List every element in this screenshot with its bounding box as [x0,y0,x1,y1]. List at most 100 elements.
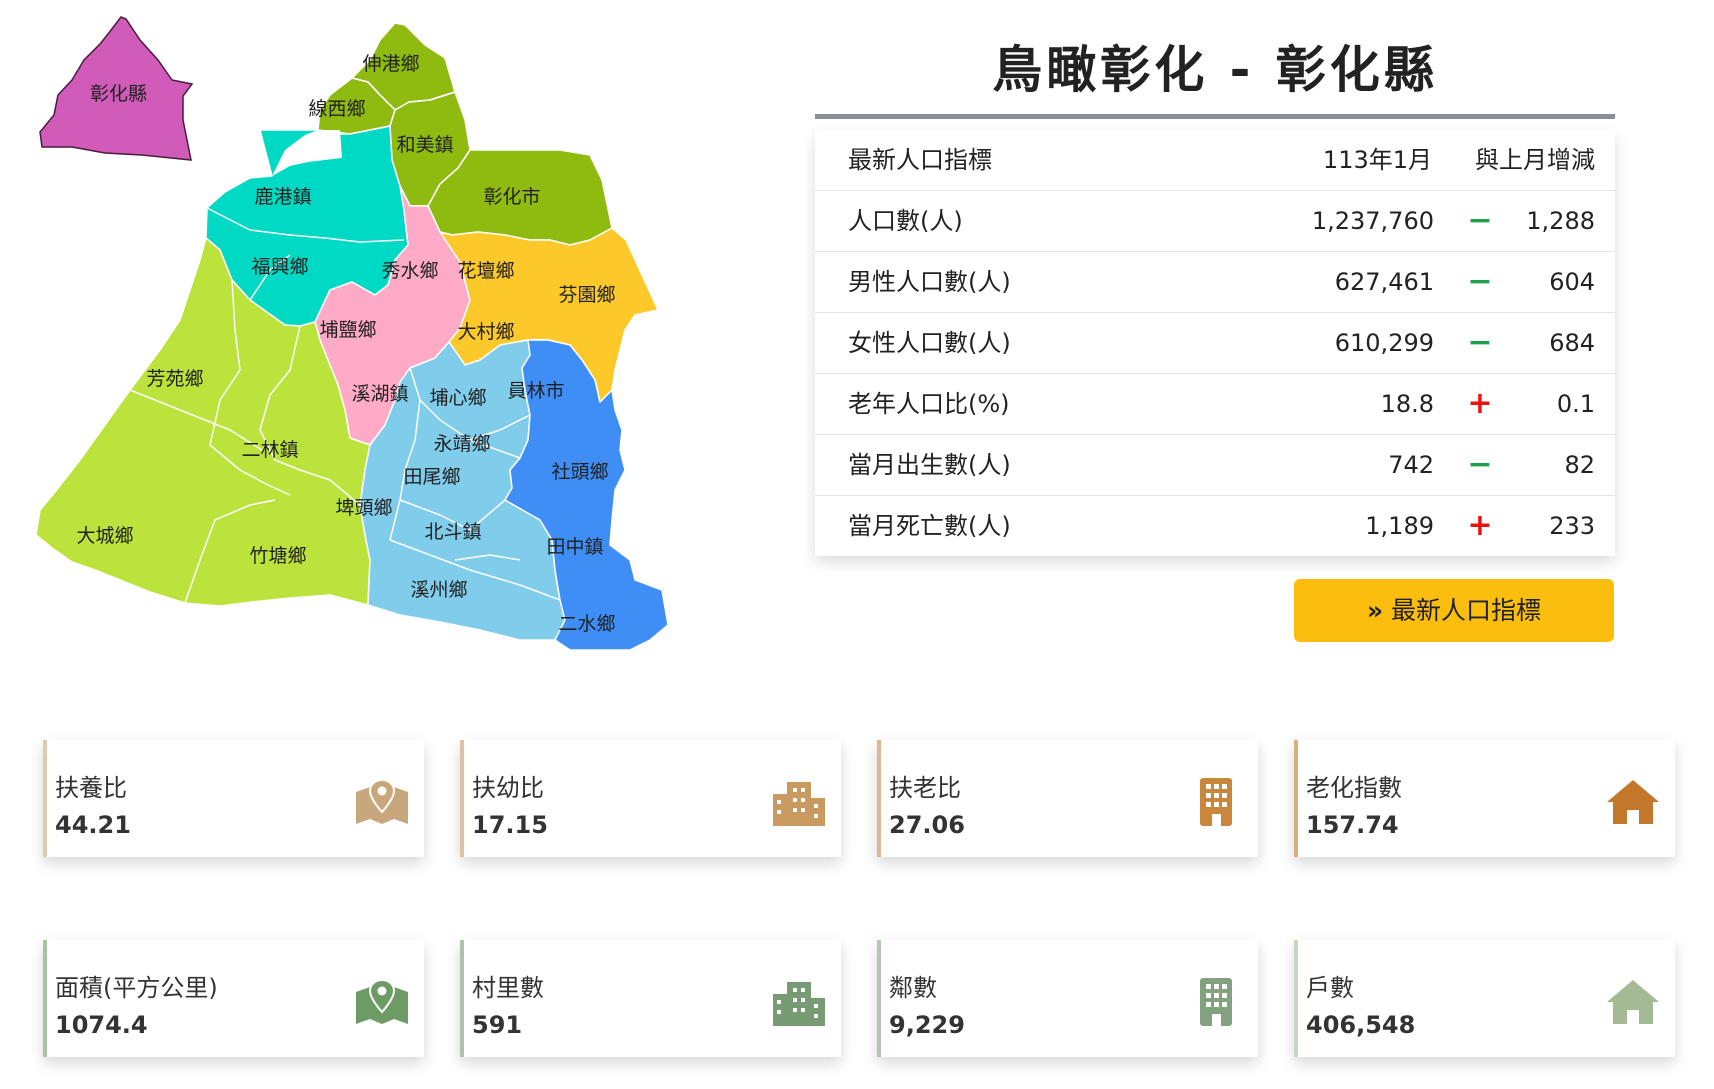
stat-card-value: 17.15 [472,811,548,839]
township-label: 員林市 [507,380,564,402]
stat-card-value: 406,548 [1306,1011,1416,1039]
population-row-change: 82 [1564,451,1595,479]
population-row: 老年人口比(%) 18.8 +0.1 [815,374,1615,435]
population-row-value: 18.8 [1380,390,1434,418]
population-row: 當月死亡數(人) 1,189 +233 [815,496,1615,556]
stat-card-title: 戶數 [1306,974,1354,1002]
stat-card[interactable]: 扶老比 27.06 [877,740,1258,857]
map-pin-icon [354,978,410,1026]
township-label: 溪州鄉 [410,579,467,601]
card-accent-stripe [43,740,47,857]
population-row-change: 604 [1549,268,1595,296]
stat-card-title: 面積(平方公里) [55,974,218,1002]
header-change-label: 與上月增減 [1475,146,1595,174]
population-row-change: 0.1 [1556,390,1595,418]
township-label: 芳苑鄉 [146,368,203,390]
decrease-sign-icon: − [1467,264,1493,299]
house-icon [1605,778,1661,826]
stat-card[interactable]: 面積(平方公里) 1074.4 [43,940,424,1057]
township-label: 伸港鄉 [362,53,419,75]
population-row-change: 684 [1549,329,1595,357]
township-label: 秀水鄉 [381,260,438,282]
township-label: 埔心鄉 [429,387,486,409]
stat-card-title: 扶幼比 [472,774,544,802]
increase-sign-icon: + [1467,386,1493,421]
card-accent-stripe [43,940,47,1057]
stat-card-title: 扶老比 [889,774,961,802]
population-row-label: 男性人口數(人) [848,268,1011,296]
header-label: 最新人口指標 [848,146,992,174]
population-row-value: 610,299 [1334,329,1434,357]
stat-card[interactable]: 戶數 406,548 [1294,940,1675,1057]
township-label: 永靖鄉 [433,433,490,455]
double-chevron-right-icon: » [1366,596,1383,625]
population-row-label: 女性人口數(人) [848,329,1011,357]
latest-indicators-button[interactable]: » 最新人口指標 [1294,579,1614,642]
population-table: 最新人口指標 113年1月 與上月增減 人口數(人) 1,237,760 − 1,28… [815,130,1615,556]
population-row-value: 742 [1388,451,1434,479]
township-label: 竹塘鄉 [249,545,306,567]
population-row-change: 1,288 [1526,207,1595,235]
population-row: 當月出生數(人) 742 − 82 [815,435,1615,496]
region-badge-label: 彰化縣 [90,83,147,105]
population-row-label: 當月出生數(人) [848,451,1011,479]
township-label: 芬園鄉 [558,284,615,306]
township-label: 二水鄉 [558,613,615,635]
decrease-sign-icon: − [1467,325,1493,360]
township-label: 埤頭鄉 [335,497,392,519]
stat-card-value: 157.74 [1306,811,1399,839]
stat-card[interactable]: 村里數 591 [460,940,841,1057]
card-accent-stripe [877,740,881,857]
increase-sign-icon: + [1467,508,1493,543]
township-label: 二林鎮 [241,439,298,461]
township-label: 和美鎮 [396,134,453,156]
stat-card[interactable]: 扶幼比 17.15 [460,740,841,857]
decrease-sign-icon: − [1467,447,1493,482]
population-row-value: 1,189 [1365,512,1434,540]
population-row-label: 當月死亡數(人) [848,512,1011,540]
stat-card[interactable]: 老化指數 157.74 [1294,740,1675,857]
stat-card-title: 鄰數 [889,974,937,1002]
population-row-label: 人口數(人) [848,207,963,235]
map-pin-icon [354,778,410,826]
population-row: 人口數(人) 1,237,760 − 1,288 [815,191,1615,252]
stat-card-value: 1074.4 [55,1011,148,1039]
population-row: 女性人口數(人) 610,299 − 684 [815,313,1615,374]
township-label: 大城鄉 [76,525,133,547]
township-label: 花壇鄉 [457,260,514,282]
township-label: 北斗鎮 [424,521,481,543]
changhua-county-map: 彰化縣 伸港鄉線西鄉和美鎮彰化市 鹿港鎮福興鄉 秀水鄉 花壇鄉芬園鄉埔鹽鄉 大村鄉芳苑鄉… [35,16,669,651]
stat-card-title: 老化指數 [1306,774,1402,802]
stat-card-value: 27.06 [889,811,965,839]
office-building-icon [1188,778,1244,826]
city-buildings-icon [771,978,827,1026]
population-table-header: 最新人口指標 113年1月 與上月增減 [815,130,1615,191]
population-row-label: 老年人口比(%) [848,390,1010,418]
township-label: 田尾鄉 [403,466,460,488]
stat-card[interactable]: 鄰數 9,229 [877,940,1258,1057]
title-divider [815,114,1615,119]
township-label: 彰化市 [483,186,540,208]
header-period: 113年1月 [1322,146,1432,174]
stat-card-value: 44.21 [55,811,131,839]
township-label: 埔鹽鄉 [319,319,376,341]
stat-card-title: 扶養比 [55,774,127,802]
card-accent-stripe [460,940,464,1057]
stat-card[interactable]: 扶養比 44.21 [43,740,424,857]
population-row: 男性人口數(人) 627,461 − 604 [815,252,1615,313]
page-title: 鳥瞰彰化 - 彰化縣 [992,41,1438,99]
stat-card-value: 591 [472,1011,523,1039]
office-building-icon [1188,978,1244,1026]
township-label: 線西鄉 [308,98,365,120]
township-label: 社頭鄉 [551,461,608,483]
township-label: 大村鄉 [457,321,514,343]
population-row-change: 233 [1549,512,1595,540]
card-accent-stripe [1294,740,1298,857]
population-row-value: 627,461 [1334,268,1434,296]
township-label: 福興鄉 [251,256,308,278]
decrease-sign-icon: − [1467,203,1493,238]
township-label: 田中鎮 [546,536,603,558]
card-accent-stripe [460,740,464,857]
card-accent-stripe [1294,940,1298,1057]
stat-card-title: 村里數 [472,974,544,1002]
